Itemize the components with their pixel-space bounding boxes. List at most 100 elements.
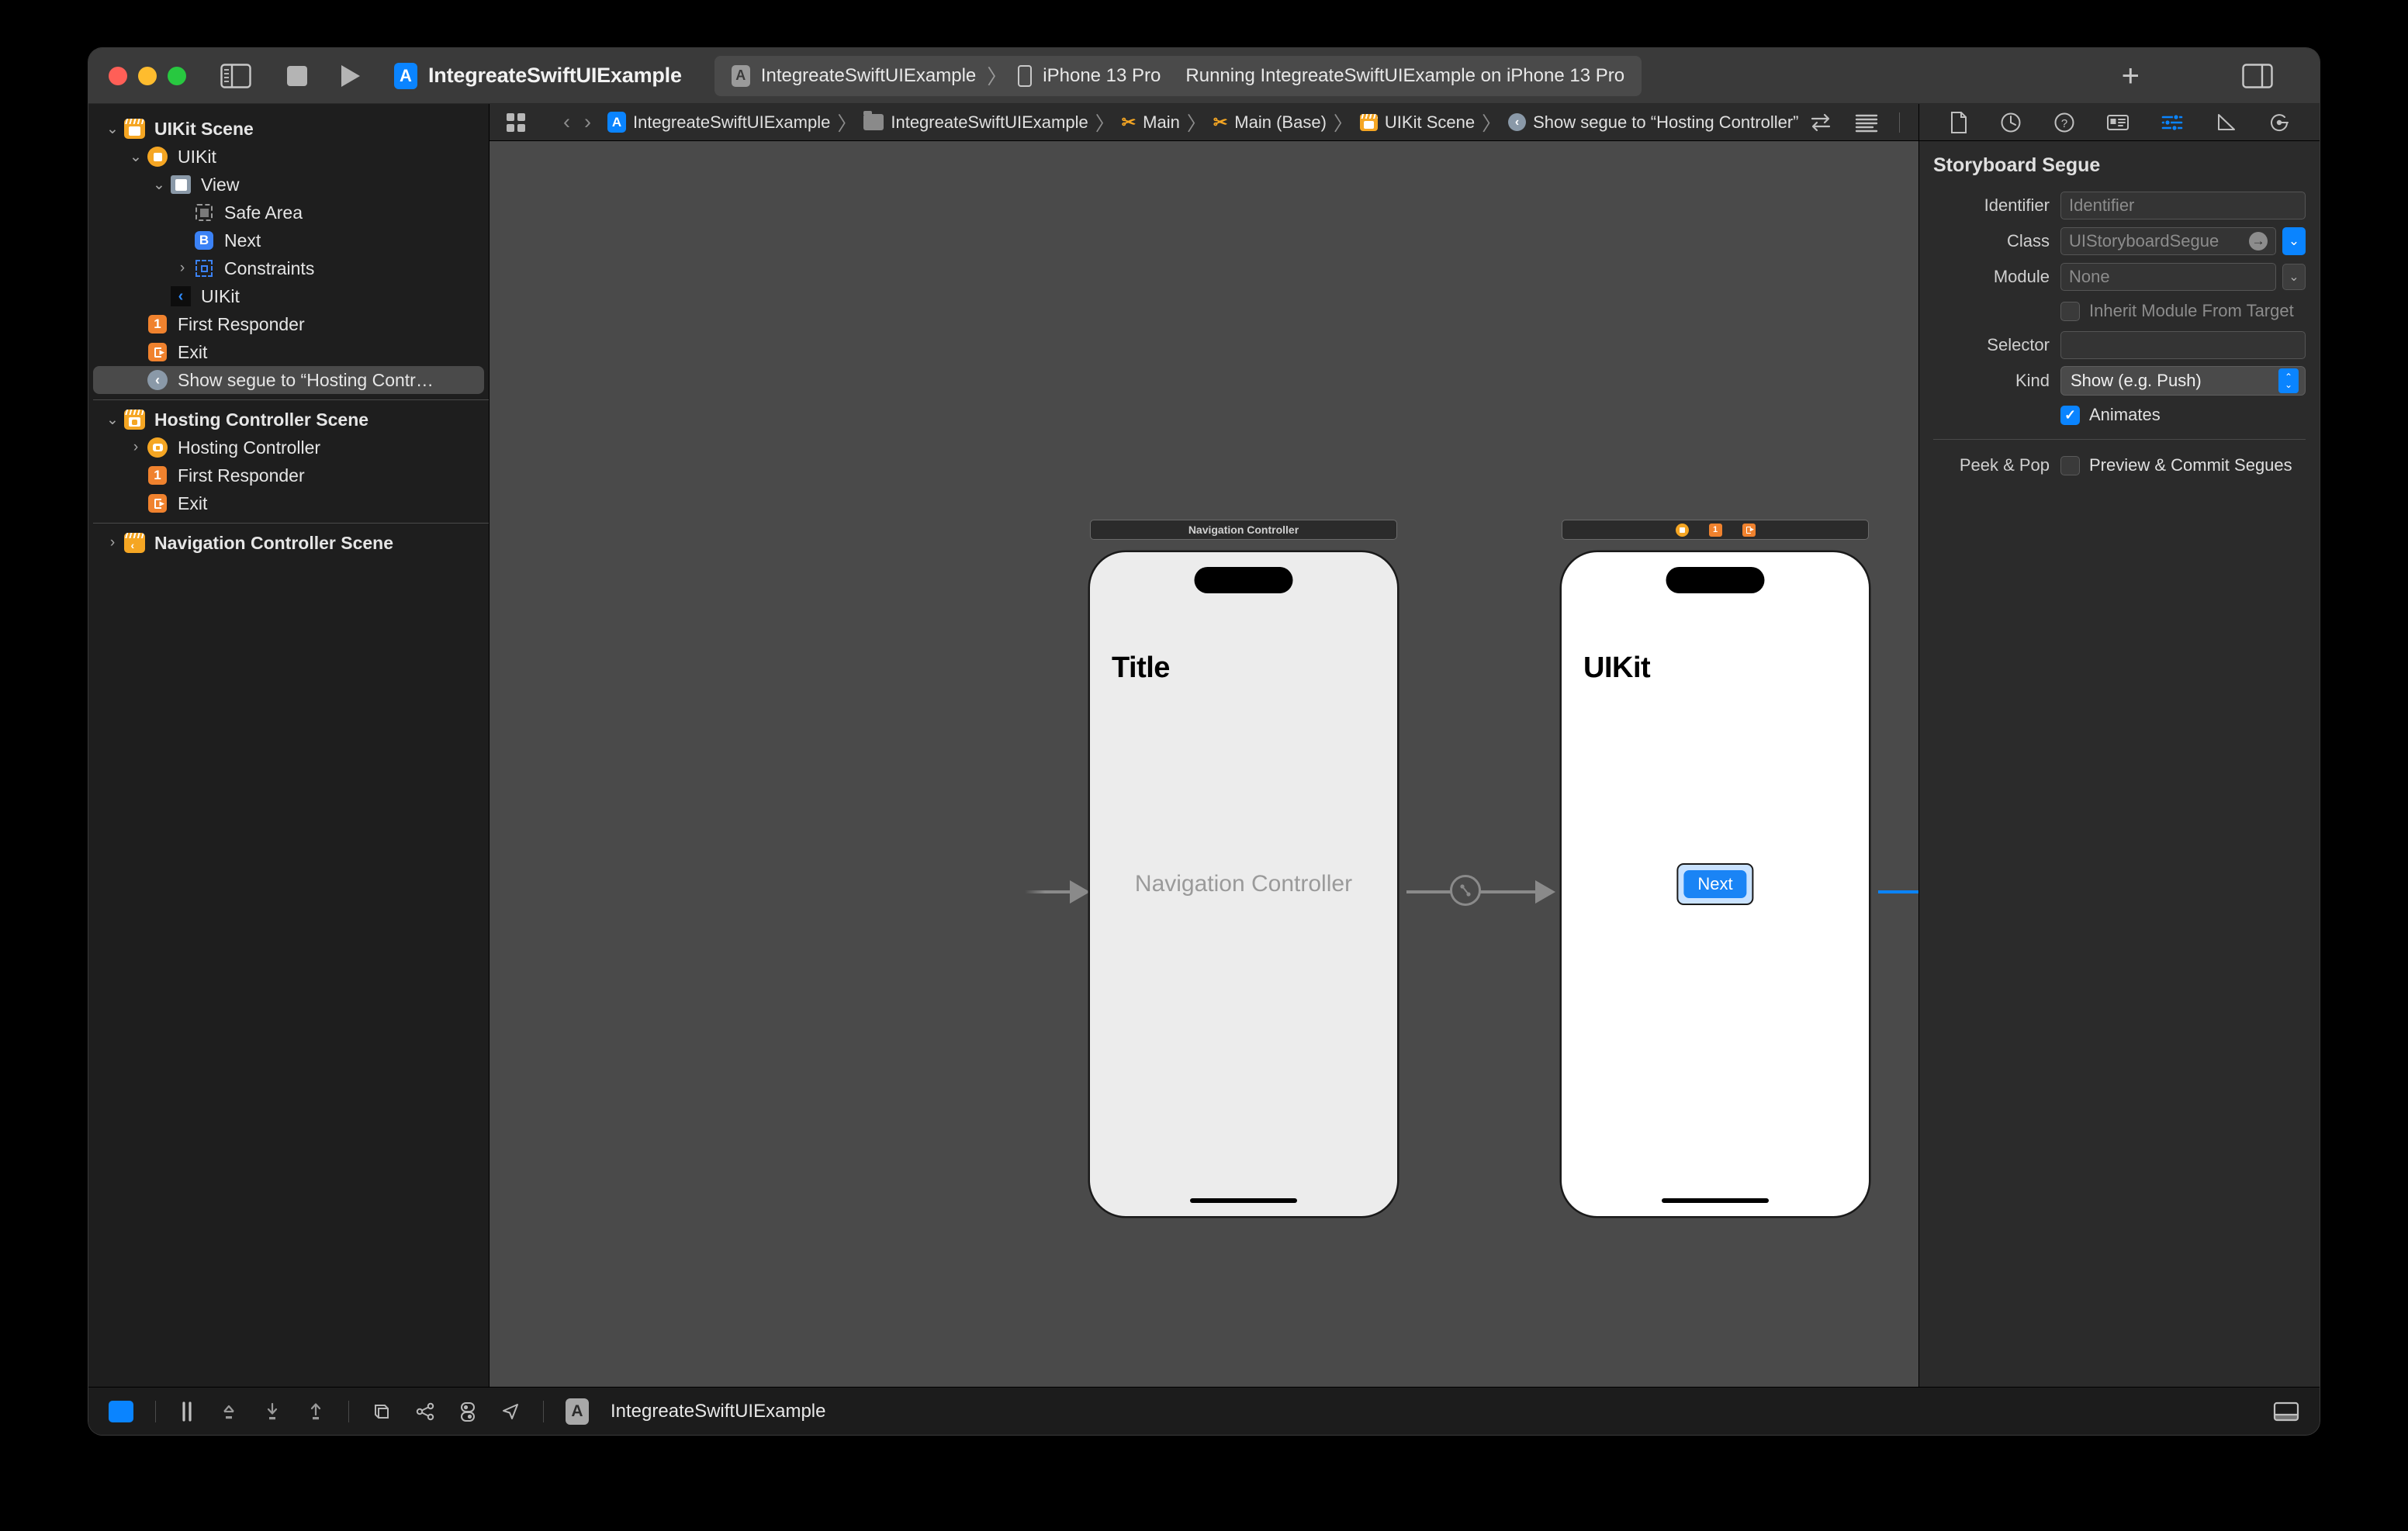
chevron-right-icon[interactable]: › [172, 260, 192, 277]
breadcrumb-item-3[interactable]: ✂ Main (Base) [1213, 112, 1327, 133]
view-controller-icon[interactable] [1675, 523, 1689, 537]
connections-inspector-icon[interactable] [2268, 112, 2290, 133]
outline-row-first-responder[interactable]: 1 First Responder [88, 461, 489, 489]
step-over-icon[interactable] [218, 1401, 240, 1422]
step-into-icon[interactable] [261, 1401, 283, 1422]
outline-row-navigation-controller-scene[interactable]: › ‹ Navigation Controller Scene [88, 529, 489, 557]
stop-button[interactable] [287, 65, 307, 86]
toggle-inspector-icon[interactable] [2242, 63, 2273, 88]
toggle-debug-area-icon[interactable] [109, 1400, 133, 1422]
relationship-segue-connector[interactable] [1406, 875, 1555, 906]
navigate-back-button[interactable]: ‹ [556, 110, 577, 134]
outline-row-exit[interactable]: ▸ Exit [88, 338, 489, 366]
chevron-down-icon[interactable]: ⌄ [102, 411, 123, 429]
outline-row-label: First Responder [178, 313, 305, 334]
navigate-forward-button[interactable]: › [577, 110, 598, 134]
related-items-icon[interactable] [1798, 112, 1843, 133]
show-segue-connector[interactable]: ‹ [1878, 890, 1918, 893]
kind-select[interactable]: Show (e.g. Push) ⌃ ⌄ [2060, 366, 2306, 396]
scene-uikit[interactable]: 1 ▸ UIKit Next [1562, 520, 1869, 1216]
scheme-selector[interactable]: A IntegreateSwiftUIExample 〉 iPhone 13 P… [714, 55, 1642, 96]
outline-row-uikit-scene[interactable]: ⌄ UIKit Scene [88, 115, 489, 143]
memory-graph-icon[interactable] [414, 1401, 436, 1422]
scene-dock-navigation-controller[interactable]: Navigation Controller [1090, 520, 1397, 540]
outline-row-icon [146, 145, 169, 168]
first-responder-icon[interactable]: 1 [1708, 523, 1722, 537]
module-input[interactable]: None [2060, 263, 2276, 291]
outline-row-label: Safe Area [224, 202, 303, 223]
chevron-right-icon[interactable]: › [102, 534, 123, 551]
kind-label: Kind [2015, 371, 2050, 390]
add-button[interactable]: + [2122, 60, 2140, 92]
outline-row-exit[interactable]: ▸ Exit [88, 489, 489, 517]
breadcrumb-item-0[interactable]: A IntegreateSwiftUIExample [607, 112, 830, 133]
chevron-down-icon[interactable]: ⌄ [126, 148, 146, 166]
chevron-right-icon[interactable]: › [126, 439, 146, 456]
toggle-navigator-icon[interactable] [220, 63, 251, 89]
selector-input[interactable] [2060, 331, 2306, 359]
outline-row-first-responder[interactable]: 1 First Responder [88, 310, 489, 338]
outline-row-hosting-controller-scene[interactable]: ⌄ Hosting Controller Scene [88, 406, 489, 434]
identity-inspector-icon[interactable] [2106, 112, 2129, 133]
relationship-segue-badge-icon[interactable] [1450, 875, 1481, 906]
identifier-input[interactable]: Identifier [2060, 192, 2306, 219]
process-name-label[interactable]: IntegreateSwiftUIExample [611, 1401, 825, 1422]
stepper-icon[interactable]: ⌃ ⌄ [2278, 368, 2299, 393]
animates-checkbox[interactable]: ✓ [2060, 405, 2080, 425]
breadcrumb-item-4[interactable]: UIKit Scene [1359, 112, 1475, 133]
outline-row-show-segue-to-hosting-contr[interactable]: ‹ Show segue to “Hosting Contr… [93, 366, 484, 394]
location-icon[interactable] [500, 1401, 521, 1422]
exit-icon[interactable]: ▸ [1742, 523, 1756, 537]
attributes-inspector-icon[interactable] [2161, 112, 2184, 133]
environment-overrides-icon[interactable] [458, 1401, 478, 1422]
next-button-selected[interactable]: Next [1676, 863, 1754, 905]
jump-to-definition-icon[interactable]: → [2249, 232, 2268, 251]
safe-area-icon [195, 204, 213, 221]
module-dropdown-button[interactable]: ⌄ [2282, 264, 2306, 290]
outline-row-view[interactable]: ⌄ View [88, 171, 489, 199]
inherit-module-checkbox[interactable] [2060, 301, 2080, 321]
preview-commit-checkbox[interactable] [2060, 455, 2080, 475]
identifier-placeholder: Identifier [2069, 195, 2135, 215]
size-inspector-icon[interactable] [2216, 112, 2237, 133]
outline-row-uikit[interactable]: ‹ UIKit [88, 282, 489, 310]
breadcrumb-item-2[interactable]: ✂ Main [1122, 112, 1180, 133]
outline-row-constraints[interactable]: › Constraints [88, 254, 489, 282]
outline-row-label: Navigation Controller Scene [154, 532, 394, 553]
process-app-icon: A [566, 1398, 589, 1425]
outline-row-next[interactable]: B Next [88, 226, 489, 254]
class-dropdown-button[interactable]: ⌄ [2282, 227, 2306, 255]
view-hierarchy-icon[interactable] [371, 1401, 393, 1422]
outline-row-hosting-controller[interactable]: › Hosting Controller [88, 434, 489, 461]
scene-dock-uikit[interactable]: 1 ▸ [1562, 520, 1869, 540]
minimap-icon[interactable] [1843, 112, 1890, 133]
quick-help-icon[interactable]: ? [2053, 111, 2075, 134]
next-button-label: Next [1683, 870, 1747, 898]
exit-icon: ▸ [148, 494, 167, 513]
zoom-button[interactable] [168, 66, 186, 85]
scene-navigation-controller[interactable]: Navigation Controller Title Navigation C… [1090, 520, 1397, 1216]
step-out-icon[interactable] [305, 1401, 327, 1422]
breadcrumb-item-5[interactable]: ‹ Show segue to “Hosting Controller” [1508, 112, 1798, 133]
storyboard-canvas[interactable]: Navigation Controller Title Navigation C… [490, 141, 1918, 1387]
related-files-icon[interactable] [507, 112, 525, 132]
run-button[interactable] [341, 64, 360, 87]
close-button[interactable] [109, 66, 127, 85]
outline-row-safe-area[interactable]: Safe Area [88, 199, 489, 226]
class-value: UIStoryboardSegue [2069, 231, 2219, 251]
file-inspector-icon[interactable] [1949, 111, 1969, 134]
console-toggle-icon[interactable] [2273, 1401, 2299, 1422]
breadcrumb-item-1[interactable]: IntegreateSwiftUIExample [863, 111, 1088, 133]
selector-row: Selector [1933, 327, 2306, 363]
device-preview-navigation-controller[interactable]: Title Navigation Controller [1090, 552, 1397, 1216]
pause-icon[interactable] [178, 1401, 196, 1422]
history-inspector-icon[interactable] [2000, 111, 2022, 134]
minimize-button[interactable] [138, 66, 157, 85]
chevron-down-icon[interactable]: ⌄ [149, 176, 169, 194]
outline-row-uikit[interactable]: ⌄ UIKit [88, 143, 489, 171]
outline-row-icon: ‹ [123, 531, 146, 555]
device-preview-uikit[interactable]: UIKit Next [1562, 552, 1869, 1216]
class-input[interactable]: UIStoryboardSegue → [2060, 227, 2276, 255]
chevron-down-icon[interactable]: ⌄ [102, 120, 123, 138]
selector-label: Selector [1987, 335, 2050, 354]
